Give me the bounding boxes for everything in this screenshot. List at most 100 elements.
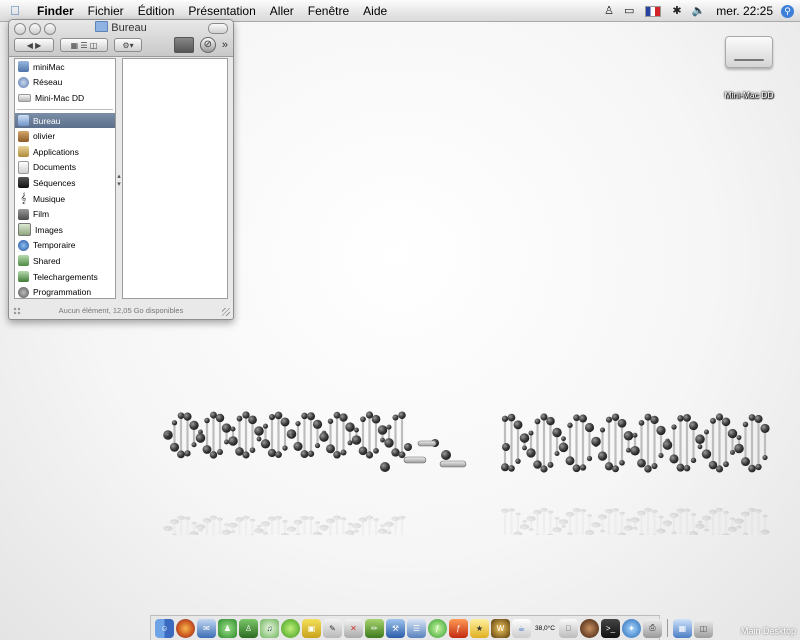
dna-reflection-right [500,507,770,535]
window-status-bar: Aucun élément, 12,05 Go disponibles [58,306,184,315]
finder-dock-icon[interactable]: ☺ [155,618,174,638]
sidebar-item-images[interactable]: Images [15,222,115,238]
sidebar-item-telechargements[interactable]: Telechargements [15,269,115,285]
script-dock-icon[interactable]: ✎ [323,618,342,638]
applications-icon [18,146,29,158]
window-toolbar: ◀ ▶ ▦ ☰ ◫ ⚙▾ ⊘ » [14,37,228,53]
window-body: miniMac Réseau Mini-Mac DD Bureau olivie… [14,58,228,301]
warcraft-dock-icon[interactable]: W [491,618,510,638]
shared-folder-icon [18,255,29,267]
apple-dock-icon[interactable]:  [558,618,578,638]
trash-dock-icon[interactable]: ◫ [693,618,713,638]
window-resize-grip[interactable] [222,308,230,316]
firefox-dock-icon[interactable] [176,618,195,638]
sidebar-item-temporaire[interactable]: Temporaire [15,238,115,254]
action-button[interactable]: ⚙▾ [114,38,142,52]
sidebar-item-applications[interactable]: Applications [15,144,115,160]
dna-reflection-left [163,515,406,535]
messenger-dock-icon[interactable]: ♟ [218,618,237,638]
sidebar-divider [17,108,113,110]
sidebar-resize-handle[interactable] [13,307,21,315]
toolbar-overflow-icon[interactable]: » [222,39,228,51]
network-dock-icon[interactable]: ✦ [621,618,641,638]
user-icon[interactable]: ♙ [604,0,614,22]
menu-fenetre[interactable]: Fenêtre [301,0,356,22]
window-dock-icon[interactable]: ▦ [672,618,692,638]
apple-icon[interactable]:  [0,3,30,18]
drive-icon [18,93,31,102]
menu-aide[interactable]: Aide [356,0,394,22]
finder-content-area[interactable] [122,58,228,299]
menu-extras: ♙ ▭ ✱ 🔈 mer. 22:25 ⚲ [599,0,800,22]
utility-dock-icon[interactable]: ☰ [407,618,426,638]
dock: ☺ ✉ ♟ ♙ ♫ ▣ ✎ ✕ ✏ ⚒ ☰ ƒ ƒ ★ W ☕ 38,0°C … [150,615,713,640]
menu-clock[interactable]: mer. 22:25 [716,4,773,18]
film-icon [18,208,29,220]
volume-icon[interactable]: 🔈 [692,0,706,22]
menu-aller[interactable]: Aller [263,0,301,22]
computer-icon [18,61,29,73]
sidebar-item-programmation[interactable]: Programmation [15,284,115,298]
sidebar-item-shared[interactable]: Shared [15,253,115,269]
finder-window: Bureau ◀ ▶ ▦ ☰ ◫ ⚙▾ ⊘ » miniMac Réseau M… [8,19,234,320]
dock-separator [666,619,668,637]
column-view-icon[interactable]: ◫ [90,41,98,50]
pencil-dock-icon[interactable]: ✏ [365,618,384,638]
desktop-corner-label: Main Desktop [740,626,796,636]
green-app-dock-icon[interactable] [281,618,300,638]
dashcode-dock-icon[interactable]: ƒ [428,618,447,638]
world-dock-icon[interactable] [579,618,599,638]
movies-icon [18,177,29,189]
list-view-icon[interactable]: ☰ [80,41,87,50]
desktop-drive-label: Mini-Mac DD [724,90,774,100]
itunes-dock-icon[interactable]: ♫ [260,618,279,638]
desktop-drive[interactable]: Mini-Mac DD [718,36,780,103]
folder-icon [95,21,109,32]
coffee-dock-icon[interactable]: ☕ [512,618,531,638]
sidebar-item-film[interactable]: Film [15,206,115,222]
documents-icon [18,160,29,174]
sidebar-item-olivier[interactable]: olivier [15,128,115,144]
home-icon [18,130,29,142]
window-titlebar[interactable]: Bureau ◀ ▶ ▦ ☰ ◫ ⚙▾ ⊘ » [9,20,233,57]
mail-dock-icon[interactable]: ✉ [197,618,216,638]
back-forward-button[interactable]: ◀ ▶ [14,38,54,52]
mac-mini-icon[interactable] [725,36,773,68]
terminal-dock-icon[interactable]: >_ [600,618,620,638]
display-icon[interactable]: ▭ [624,0,634,22]
tools-dock-icon[interactable]: ✕ [344,618,363,638]
sidebar-item-musique[interactable]: 𝄞 Musique [15,191,115,207]
burn-icon[interactable]: ⊘ [199,37,216,53]
icon-view-icon[interactable]: ▦ [71,41,79,50]
dna-wallpaper-image [163,411,770,535]
toolbar-toggle-button[interactable] [208,23,228,34]
frame-app-dock-icon[interactable]: ▣ [302,618,321,638]
music-icon: 𝄞 [20,193,27,205]
bluetooth-icon[interactable]: ✱ [672,0,681,22]
sidebar-item-reseau[interactable]: Réseau [15,75,115,91]
xcode-dock-icon[interactable]: ⚒ [386,618,405,638]
dna-strand-right [500,413,770,473]
person-dock-icon[interactable]: ♙ [239,618,258,638]
desktop-folder-icon [18,115,29,127]
forward-icon[interactable]: ▶ [35,41,41,50]
sidebar-item-documents[interactable]: Documents [15,160,115,176]
sidebar-item-minimac-dd[interactable]: Mini-Mac DD [15,90,115,106]
programming-icon [18,286,29,298]
sidebar-item-minimac[interactable]: miniMac [15,59,115,75]
globe-icon [18,239,29,251]
cyberduck-dock-icon[interactable]: ★ [470,618,489,638]
network-icon [18,76,29,88]
flash-dock-icon[interactable]: ƒ [449,618,468,638]
input-flag-icon[interactable] [645,5,662,17]
pictures-icon [18,223,31,237]
printer-dock-icon[interactable]: ⎙ [642,618,662,638]
display-button[interactable] [173,37,194,53]
sidebar-item-bureau[interactable]: Bureau [15,112,115,129]
view-mode-button[interactable]: ▦ ☰ ◫ [60,38,108,52]
temperature-dock-widget[interactable]: 38,0°C [533,619,557,638]
back-icon[interactable]: ◀ [27,41,33,50]
spotlight-icon[interactable]: ⚲ [781,4,794,18]
sidebar-item-sequences[interactable]: Séquences [15,175,115,191]
dna-strand-left [163,411,406,459]
